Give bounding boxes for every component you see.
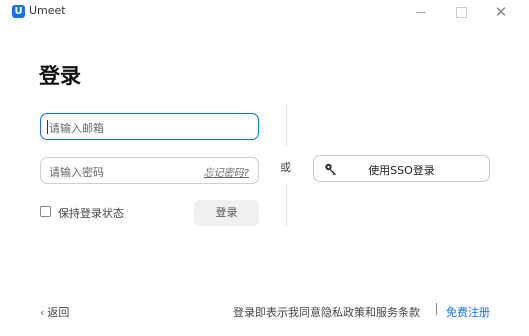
close-button[interactable]: ✕ [488, 2, 514, 22]
divider [286, 104, 287, 146]
email-placeholder: 请输入邮箱 [49, 122, 104, 135]
sso-label: 使用SSO登录 [368, 164, 435, 177]
title-bar: U Umeet ✕ [0, 0, 529, 26]
remember-label: 保持登录状态 [58, 207, 124, 220]
remember-checkbox[interactable] [40, 206, 51, 217]
minimize-icon [416, 12, 426, 13]
app-logo-icon: U [12, 5, 25, 18]
page-title: 登录 [39, 64, 81, 88]
email-field[interactable]: 请输入邮箱 [40, 113, 259, 140]
login-button[interactable]: 登录 [194, 200, 259, 226]
chevron-left-icon: ‹ [40, 306, 45, 319]
forgot-password-link[interactable]: 忘记密码? [204, 164, 249, 179]
divider [286, 184, 287, 226]
or-label: 或 [280, 161, 291, 174]
terms-text: 登录即表示我同意隐私政策和服务条款 [233, 306, 420, 319]
password-placeholder: 请输入密码 [49, 166, 104, 179]
maximize-button[interactable] [448, 2, 474, 22]
sso-login-button[interactable]: 使用SSO登录 [313, 155, 490, 182]
password-field[interactable]: 请输入密码 忘记密码? [40, 157, 259, 184]
close-icon: ✕ [494, 3, 508, 21]
back-link[interactable]: ‹ 返回 [40, 304, 69, 320]
back-label: 返回 [47, 306, 70, 319]
window-title: Umeet [29, 4, 66, 17]
text-caret [47, 120, 48, 134]
footer-separator [436, 303, 437, 315]
signup-link[interactable]: 免费注册 [446, 304, 490, 320]
maximize-icon [455, 7, 467, 18]
minimize-button[interactable] [408, 2, 434, 22]
